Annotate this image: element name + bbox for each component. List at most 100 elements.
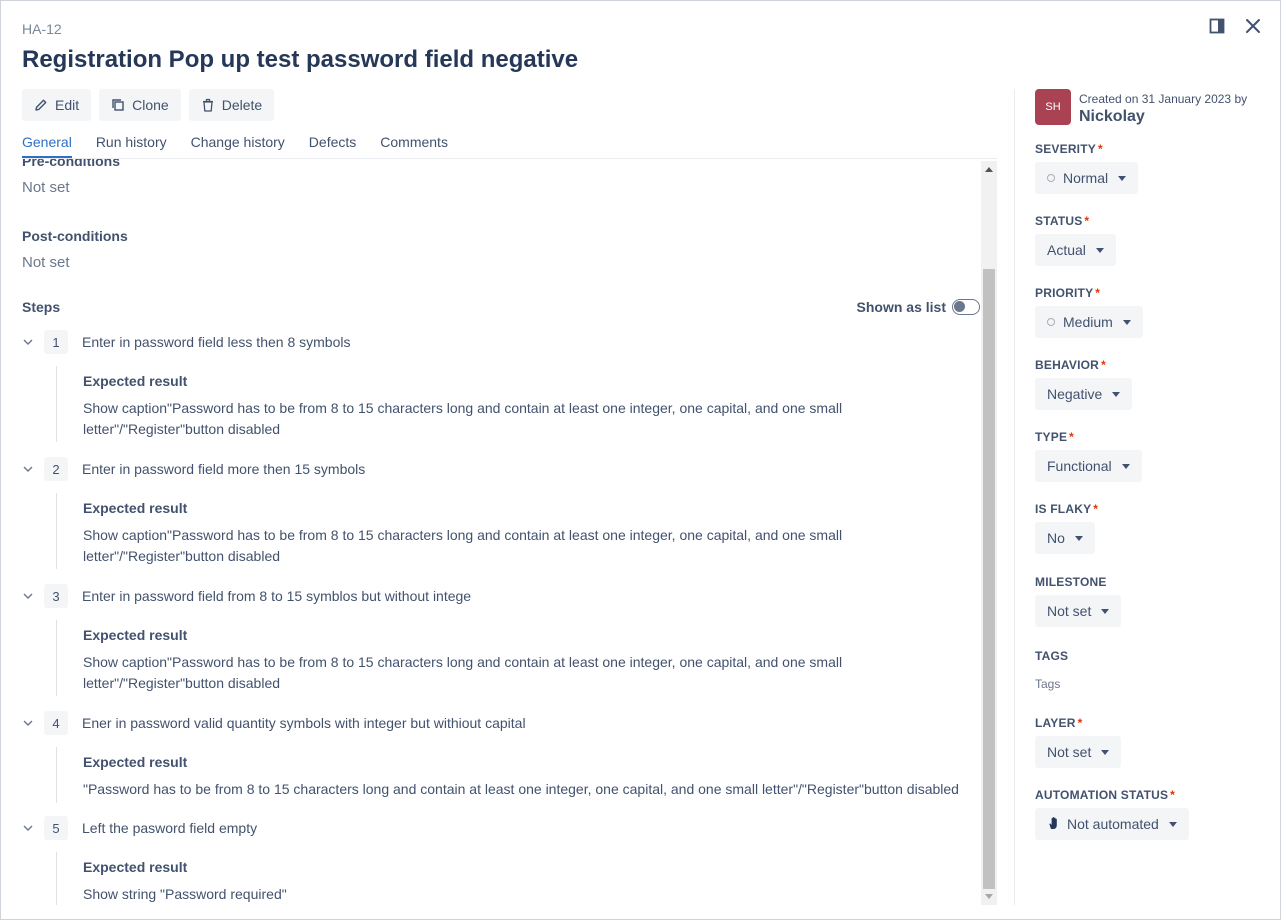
type-value: Functional xyxy=(1047,458,1112,474)
scroll-thumb[interactable] xyxy=(983,269,995,889)
content-scrollbar[interactable] xyxy=(981,161,997,905)
caret-down-icon xyxy=(1095,247,1104,253)
priority-select[interactable]: Medium xyxy=(1035,306,1143,338)
general-content: Pre-conditions Not set Post-conditions N… xyxy=(1,159,981,905)
status-select[interactable]: Actual xyxy=(1035,234,1116,266)
automation-status-field: AUTOMATION STATUS * Not automated xyxy=(1035,788,1189,840)
created-on: Created on 31 January 2023 by xyxy=(1079,92,1248,106)
trash-icon xyxy=(201,98,215,112)
tags-field: TAGS Tags xyxy=(1035,649,1068,691)
expected-text: Show caption"Password has to be from 8 t… xyxy=(83,527,843,564)
type-field: TYPE * Functional xyxy=(1035,430,1142,482)
step-action: Ener in password valid quantity symbols … xyxy=(82,715,526,731)
expected-label: Expected result xyxy=(83,627,188,643)
chevron-down-icon[interactable] xyxy=(22,590,34,602)
tab-change-history[interactable]: Change history xyxy=(191,134,285,158)
expected-text: Show caption"Password has to be from 8 t… xyxy=(83,400,843,437)
is-flaky-label: IS FLAKY xyxy=(1035,502,1092,516)
shown-as-list-label: Shown as list xyxy=(856,299,946,315)
caret-down-icon xyxy=(1122,319,1131,325)
expected-label: Expected result xyxy=(83,373,188,389)
tab-general[interactable]: General xyxy=(22,134,72,158)
milestone-field: MILESTONE Not set xyxy=(1035,575,1122,627)
automation-status-label: AUTOMATION STATUS xyxy=(1035,788,1169,802)
required-marker: * xyxy=(1170,788,1176,802)
status-field: STATUS * Actual xyxy=(1035,214,1116,266)
delete-button[interactable]: Delete xyxy=(188,89,275,121)
step-number: 5 xyxy=(44,816,68,840)
tab-comments[interactable]: Comments xyxy=(380,134,448,158)
expected-divider xyxy=(56,493,57,569)
milestone-select[interactable]: Not set xyxy=(1035,595,1122,627)
required-marker: * xyxy=(1097,142,1103,156)
delete-button-label: Delete xyxy=(221,97,263,113)
severity-label: SEVERITY xyxy=(1035,142,1096,156)
edit-button[interactable]: Edit xyxy=(22,89,92,121)
expected-text: Show string "Password required" xyxy=(83,886,287,902)
postconditions-value: Not set xyxy=(22,254,70,271)
required-marker: * xyxy=(1077,716,1083,730)
expected-text: Show caption"Password has to be from 8 t… xyxy=(83,654,843,691)
scroll-down-arrow[interactable] xyxy=(985,894,993,899)
priority-field: PRIORITY * Medium xyxy=(1035,286,1143,338)
case-key: HA-12 xyxy=(22,21,62,37)
automation-status-select[interactable]: Not automated xyxy=(1035,808,1189,840)
severity-select[interactable]: Normal xyxy=(1035,162,1139,194)
behavior-select[interactable]: Negative xyxy=(1035,378,1133,410)
expected-label: Expected result xyxy=(83,859,188,875)
clone-button-label: Clone xyxy=(132,97,169,113)
shown-as-list: Shown as list xyxy=(857,299,980,315)
layer-select[interactable]: Not set xyxy=(1035,736,1122,768)
required-marker: * xyxy=(1095,286,1101,300)
copy-icon xyxy=(111,98,125,112)
caret-down-icon xyxy=(1101,749,1110,755)
chevron-down-icon[interactable] xyxy=(22,336,34,348)
sidebar-divider xyxy=(1014,89,1015,905)
pencil-icon xyxy=(34,98,48,112)
required-marker: * xyxy=(1093,502,1099,516)
layer-field: LAYER * Not set xyxy=(1035,716,1122,768)
step-action: Enter in password field less then 8 symb… xyxy=(82,334,351,350)
panel-toggle-icon[interactable] xyxy=(1208,17,1226,35)
preconditions-label: Pre-conditions xyxy=(22,159,121,169)
chevron-down-icon[interactable] xyxy=(22,822,34,834)
severity-field: SEVERITY * Normal xyxy=(1035,142,1139,194)
is-flaky-value: No xyxy=(1047,530,1065,546)
status-value: Actual xyxy=(1047,242,1086,258)
priority-label: PRIORITY xyxy=(1035,286,1094,300)
tab-run-history[interactable]: Run history xyxy=(96,134,167,158)
is-flaky-select[interactable]: No xyxy=(1035,522,1095,554)
tab-defects[interactable]: Defects xyxy=(309,134,356,158)
type-select[interactable]: Functional xyxy=(1035,450,1142,482)
close-icon[interactable] xyxy=(1244,17,1262,35)
caret-down-icon xyxy=(1074,535,1083,541)
expected-divider xyxy=(56,366,57,442)
page-title: Registration Pop up test password field … xyxy=(22,46,579,73)
step-number: 1 xyxy=(44,330,68,354)
milestone-label: MILESTONE xyxy=(1035,575,1107,589)
required-marker: * xyxy=(1101,358,1106,372)
status-dot-icon xyxy=(1047,174,1055,182)
hand-icon xyxy=(1047,816,1061,833)
behavior-field: BEHAVIOR * Negative xyxy=(1035,358,1133,410)
step-action: Enter in password field more then 15 sym… xyxy=(82,461,366,477)
preconditions-value: Not set xyxy=(22,179,70,196)
caret-down-icon xyxy=(1118,175,1127,181)
window-controls xyxy=(1208,17,1262,35)
step-number: 3 xyxy=(44,584,68,608)
caret-down-icon xyxy=(1101,608,1110,614)
clone-button[interactable]: Clone xyxy=(99,89,181,121)
step-number: 2 xyxy=(44,457,68,481)
expected-label: Expected result xyxy=(83,754,188,770)
chevron-down-icon[interactable] xyxy=(22,463,34,475)
expected-text: "Password has to be from 8 to 15 charact… xyxy=(83,781,959,797)
is-flaky-field: IS FLAKY * No xyxy=(1035,502,1098,554)
layer-value: Not set xyxy=(1047,744,1092,760)
shown-as-list-toggle[interactable] xyxy=(952,299,980,315)
chevron-down-icon[interactable] xyxy=(22,717,34,729)
caret-down-icon xyxy=(1121,463,1130,469)
scroll-up-arrow[interactable] xyxy=(985,167,993,172)
step-action: Enter in password field from 8 to 15 sym… xyxy=(82,588,472,604)
tags-input[interactable]: Tags xyxy=(1035,677,1068,691)
status-label: STATUS xyxy=(1035,214,1083,228)
